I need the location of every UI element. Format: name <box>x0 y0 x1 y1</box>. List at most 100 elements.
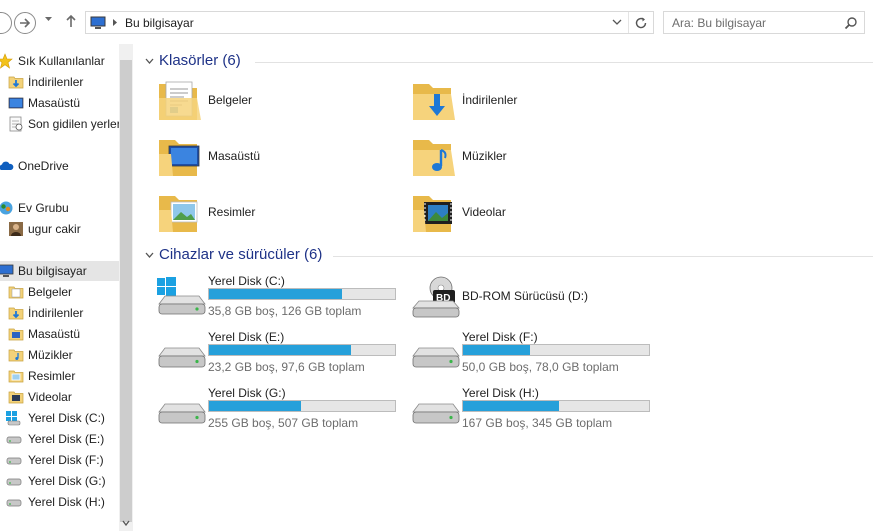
drive-tile-e[interactable]: Yerel Disk (E:) 23,2 GB boş, 97,6 GB top… <box>157 330 407 382</box>
desktop-folder-icon <box>8 328 24 341</box>
nav-pc-desktop-label: Masaüstü <box>28 327 81 341</box>
drive-f-name: Yerel Disk (F:) <box>462 330 538 344</box>
up-arrow-icon[interactable] <box>65 14 77 28</box>
nav-pc-drive-c-label: Yerel Disk (C:) <box>28 411 105 425</box>
recent-places-icon <box>9 116 23 132</box>
nav-pc-documents[interactable]: Belgeler <box>0 282 119 302</box>
nav-favorites[interactable]: Sık Kullanılanlar <box>0 51 119 71</box>
nav-pc-drive-g[interactable]: Yerel Disk (G:) <box>0 471 119 491</box>
nav-pc-music[interactable]: Müzikler <box>0 345 119 365</box>
collapse-chevron-icon[interactable] <box>145 58 154 64</box>
nav-favorites-desktop[interactable]: Masaüstü <box>0 93 119 113</box>
nav-favorites-recent-label: Son gidilen yerler <box>28 117 119 131</box>
drive-h-free-text: 167 GB boş, 345 GB toplam <box>462 416 613 430</box>
nav-homegroup-user[interactable]: ugur cakir <box>0 219 119 239</box>
videos-folder-icon <box>8 391 24 404</box>
nav-favorites-label: Sık Kullanılanlar <box>18 54 105 68</box>
nav-pc-videos[interactable]: Videolar <box>0 387 119 407</box>
search-icon[interactable] <box>844 16 858 30</box>
devices-group-header[interactable]: Cihazlar ve sürücüler (6) <box>143 246 873 266</box>
back-button[interactable] <box>0 12 12 34</box>
folder-tile-documents[interactable]: Belgeler <box>157 76 377 128</box>
nav-pc-drive-h-label: Yerel Disk (H:) <box>28 495 105 509</box>
navigation-pane: Sık Kullanılanlar İndirilenler Masaüstü … <box>0 44 119 531</box>
drive-tile-g[interactable]: Yerel Disk (G:) 255 GB boş, 507 GB topla… <box>157 386 407 438</box>
folders-group-header[interactable]: Klasörler (6) <box>143 52 873 72</box>
drive-c-name: Yerel Disk (C:) <box>208 274 285 288</box>
nav-pc-drive-c[interactable]: Yerel Disk (C:) <box>0 408 119 428</box>
hard-drive-icon <box>412 403 460 424</box>
group-divider <box>255 62 873 63</box>
hard-drive-icon <box>158 347 206 368</box>
drive-f-usage-bar <box>462 344 650 356</box>
drive-c-free-text: 35,8 GB boş, 126 GB toplam <box>208 304 362 318</box>
nav-favorites-recent[interactable]: Son gidilen yerler <box>0 114 119 134</box>
nav-pc-desktop[interactable]: Masaüstü <box>0 324 119 344</box>
drive-e-free-text: 23,2 GB boş, 97,6 GB toplam <box>208 360 365 374</box>
nav-this-pc-label: Bu bilgisayar <box>18 264 87 278</box>
collapse-chevron-icon[interactable] <box>145 252 154 258</box>
nav-favorites-desktop-label: Masaüstü <box>28 96 81 110</box>
search-box[interactable]: Ara: Bu bilgisayar <box>663 11 865 34</box>
hard-drive-icon <box>6 457 22 465</box>
folder-tile-music[interactable]: Müzikler <box>411 132 631 184</box>
refresh-icon[interactable] <box>633 15 649 31</box>
content-pane: Klasörler (6) Belgeler İndirilenler Masa <box>133 44 881 531</box>
videos-folder-icon <box>413 196 452 232</box>
documents-folder-icon <box>8 286 24 299</box>
nav-pc-drive-e[interactable]: Yerel Disk (E:) <box>0 429 119 449</box>
nav-homegroup[interactable]: Ev Grubu <box>0 198 119 218</box>
breadcrumb-separator-icon[interactable] <box>112 18 118 27</box>
hard-drive-icon <box>6 499 22 507</box>
nav-pc-pictures[interactable]: Resimler <box>0 366 119 386</box>
nav-homegroup-user-label: ugur cakir <box>28 222 81 236</box>
drive-f-free-text: 50,0 GB boş, 78,0 GB toplam <box>462 360 619 374</box>
forward-button[interactable] <box>14 12 36 34</box>
onedrive-cloud-icon <box>0 161 14 170</box>
folder-tile-videos[interactable]: Videolar <box>411 188 631 240</box>
folder-tile-downloads[interactable]: İndirilenler <box>411 76 631 128</box>
nav-pc-music-label: Müzikler <box>28 348 73 362</box>
search-placeholder[interactable]: Ara: Bu bilgisayar <box>672 16 766 30</box>
drive-tile-h[interactable]: Yerel Disk (H:) 167 GB boş, 345 GB topla… <box>411 386 661 438</box>
nav-pc-drive-h[interactable]: Yerel Disk (H:) <box>0 492 119 512</box>
drive-g-usage-fill <box>209 401 302 411</box>
address-divider <box>628 12 629 33</box>
recent-locations-chevron-icon[interactable] <box>44 16 53 22</box>
nav-pc-videos-label: Videolar <box>28 390 72 404</box>
nav-favorites-downloads[interactable]: İndirilenler <box>0 72 119 92</box>
drive-tile-f[interactable]: Yerel Disk (F:) 50,0 GB boş, 78,0 GB top… <box>411 330 661 382</box>
address-history-chevron-icon[interactable] <box>612 19 622 25</box>
drive-h-name: Yerel Disk (H:) <box>462 386 539 400</box>
nav-pc-drive-f[interactable]: Yerel Disk (F:) <box>0 450 119 470</box>
drive-e-usage-bar <box>208 344 396 356</box>
nav-pane-scrollbar[interactable] <box>119 44 133 531</box>
scroll-down-chevron-icon[interactable] <box>122 520 130 526</box>
folder-documents-label: Belgeler <box>208 93 253 107</box>
bd-rom-drive-icon: BD <box>412 276 460 318</box>
desktop-icon <box>8 97 24 109</box>
scrollbar-thumb[interactable] <box>120 60 132 522</box>
desktop-folder-icon <box>159 140 200 176</box>
drive-h-usage-fill <box>463 401 559 411</box>
breadcrumb-location[interactable]: Bu bilgisayar <box>125 16 194 30</box>
folder-pictures-label: Resimler <box>208 205 256 219</box>
star-icon <box>0 53 13 69</box>
windows-drive-icon <box>6 411 21 426</box>
folders-group-title: Klasörler (6) <box>159 52 241 69</box>
nav-this-pc[interactable]: Bu bilgisayar <box>0 261 119 281</box>
drive-e-name: Yerel Disk (E:) <box>208 330 285 344</box>
drive-tile-c[interactable]: Yerel Disk (C:) 35,8 GB boş, 126 GB topl… <box>157 274 407 326</box>
address-bar[interactable]: Bu bilgisayar <box>85 11 654 34</box>
music-folder-icon <box>8 349 24 362</box>
drive-f-usage-fill <box>463 345 530 355</box>
nav-pc-documents-label: Belgeler <box>28 285 73 299</box>
folder-tile-desktop[interactable]: Masaüstü <box>157 132 377 184</box>
nav-onedrive[interactable]: OneDrive <box>0 156 119 176</box>
folder-tile-pictures[interactable]: Resimler <box>157 188 377 240</box>
drive-tile-d[interactable]: BD BD-ROM Sürücüsü (D:) <box>411 274 661 326</box>
windows-system-drive-icon <box>157 277 206 315</box>
nav-pc-downloads[interactable]: İndirilenler <box>0 303 119 323</box>
nav-pc-drive-f-label: Yerel Disk (F:) <box>28 453 104 467</box>
downloads-folder-icon <box>8 307 24 320</box>
